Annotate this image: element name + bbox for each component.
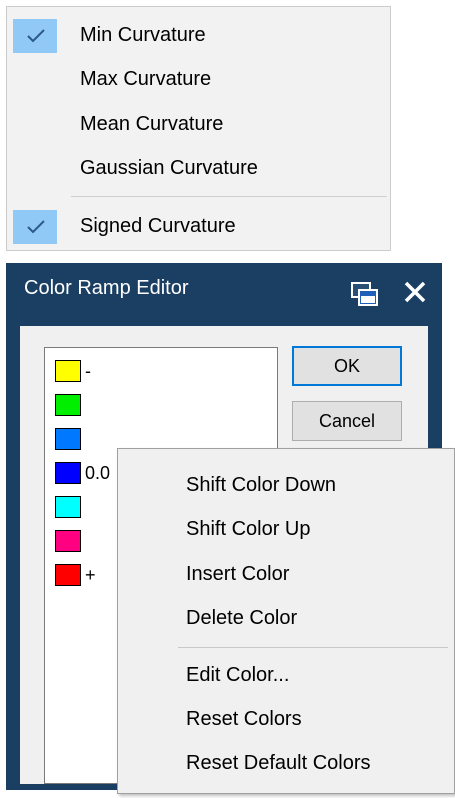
check-icon <box>13 210 57 244</box>
menu-item-label: Gaussian Curvature <box>80 157 258 179</box>
ramp-label: - <box>85 361 91 381</box>
menu-item-label: Insert Color <box>186 563 290 585</box>
menu-item-label: Edit Color... <box>186 664 290 686</box>
menu-item-insert-color[interactable]: Insert Color <box>118 552 454 596</box>
color-swatch <box>55 428 81 450</box>
ok-button[interactable]: OK <box>292 346 402 386</box>
cancel-button[interactable]: Cancel <box>292 401 402 441</box>
menu-item-edit-color[interactable]: Edit Color... <box>118 653 454 697</box>
ramp-row[interactable] <box>55 392 275 420</box>
menu-item-signed-curvature[interactable]: Signed Curvature <box>7 204 390 248</box>
menu-item-shift-color-up[interactable]: Shift Color Up <box>118 507 454 551</box>
menu-item-label: Shift Color Up <box>186 518 311 540</box>
color-swatch <box>55 496 81 518</box>
menu-item-label: Reset Colors <box>186 708 302 730</box>
dialog-title: Color Ramp Editor <box>24 277 189 299</box>
menu-item-label: Max Curvature <box>80 68 212 90</box>
page: Min Curvature Max Curvature Mean Curvatu… <box>0 0 455 798</box>
ramp-label: 0.0 <box>85 463 111 483</box>
close-icon[interactable] <box>401 278 429 306</box>
ramp-row[interactable]: - <box>55 358 275 386</box>
menu-item-min-curvature[interactable]: Min Curvature <box>7 13 390 57</box>
ramp-label: + <box>85 565 96 585</box>
menu-item-label: Signed Curvature <box>80 215 236 237</box>
menu-item-label: Mean Curvature <box>80 113 224 135</box>
menu-item-shift-color-down[interactable]: Shift Color Down <box>118 463 454 507</box>
menu-separator <box>71 196 387 197</box>
menu-item-reset-default-colors[interactable]: Reset Default Colors <box>118 741 454 785</box>
menu-item-label: Delete Color <box>186 607 298 629</box>
curvature-menu: Min Curvature Max Curvature Mean Curvatu… <box>6 6 391 251</box>
menu-item-max-curvature[interactable]: Max Curvature <box>7 57 390 101</box>
menu-item-reset-colors[interactable]: Reset Colors <box>118 697 454 741</box>
check-icon <box>13 19 57 53</box>
color-swatch <box>55 394 81 416</box>
menu-item-delete-color[interactable]: Delete Color <box>118 596 454 640</box>
menu-item-label: Shift Color Down <box>186 474 337 496</box>
menu-item-label: Min Curvature <box>80 24 206 46</box>
color-swatch <box>55 360 81 382</box>
color-context-menu: Shift Color Down Shift Color Up Insert C… <box>117 448 455 794</box>
restore-window-icon[interactable] <box>350 281 380 309</box>
color-swatch <box>55 530 81 552</box>
color-swatch <box>55 462 81 484</box>
menu-item-label: Reset Default Colors <box>186 752 371 774</box>
menu-separator <box>178 647 448 648</box>
menu-item-mean-curvature[interactable]: Mean Curvature <box>7 102 390 146</box>
menu-item-gaussian-curvature[interactable]: Gaussian Curvature <box>7 146 390 190</box>
color-swatch <box>55 564 81 586</box>
